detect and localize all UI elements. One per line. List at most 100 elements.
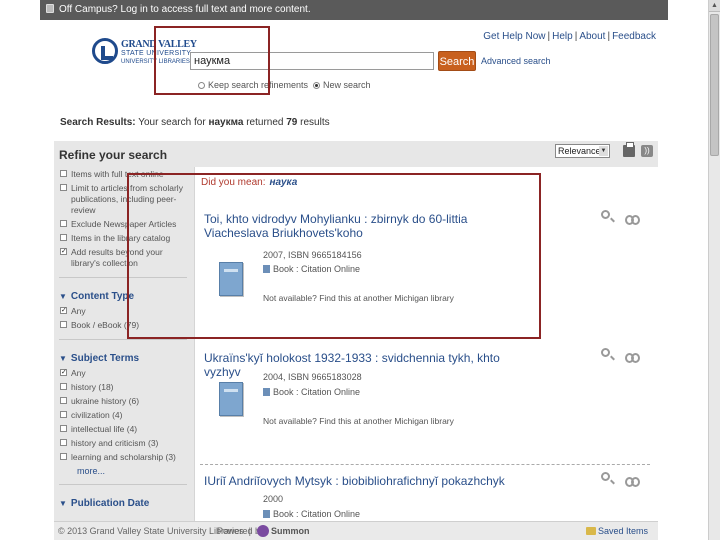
keep-refinements-label: Keep search refinements [208, 80, 309, 90]
page-scrollbar[interactable]: ▲ [708, 0, 720, 540]
not-available-link[interactable]: Not available? Find this at another Mich… [263, 293, 454, 303]
limit-label: Items in the library catalog [71, 233, 171, 243]
login-banner[interactable]: Off Campus? Log in to access full text a… [40, 0, 668, 20]
publication-date-facet[interactable]: ▼ Publication Date [59, 498, 187, 509]
result-year-isbn: 2007, ISBN 9665184156 [263, 250, 362, 260]
checkbox[interactable] [60, 425, 67, 432]
checkbox[interactable] [60, 411, 67, 418]
did-you-mean-label: Did you mean: [201, 177, 266, 188]
checkbox[interactable] [60, 453, 67, 460]
checkbox[interactable] [60, 397, 67, 404]
content-type-facet[interactable]: ▼ Content Type [59, 291, 187, 302]
results-summary-term: наукма [208, 117, 244, 128]
book-cover-icon[interactable] [219, 382, 243, 416]
scroll-up-icon[interactable]: ▲ [709, 0, 720, 12]
divider [59, 484, 187, 485]
facet-option-label: ukraine history (6) [71, 396, 140, 406]
new-search-radio[interactable] [313, 82, 320, 89]
get-help-link[interactable]: Get Help Now [483, 31, 545, 42]
subject-any[interactable]: Any [59, 367, 187, 379]
book-format-icon [263, 388, 270, 396]
result-title[interactable]: Toi, khto vidrodyv Mohylianku : zbirnyk … [204, 212, 504, 240]
keep-refinements-radio[interactable] [198, 82, 205, 89]
subject-more-link[interactable]: more... [59, 466, 187, 476]
scrollbar-thumb[interactable] [710, 14, 719, 156]
subject-civilization[interactable]: civilization (4) [59, 410, 187, 421]
content-type-title: Content Type [70, 291, 135, 302]
subject-history[interactable]: history (18) [59, 382, 187, 393]
did-you-mean: Did you mean: наука [201, 177, 297, 188]
limit-library-catalog[interactable]: Items in the library catalog [59, 233, 187, 244]
binoculars-icon[interactable] [625, 212, 640, 225]
search-input[interactable]: наукма [190, 52, 434, 70]
subject-intellectual-life[interactable]: intellectual life (4) [59, 424, 187, 435]
about-link[interactable]: About [579, 31, 605, 42]
divider [59, 277, 187, 278]
book-cover-icon[interactable] [219, 262, 243, 296]
binoculars-icon[interactable] [625, 350, 640, 363]
limit-beyond-collection[interactable]: Add results beyond your library's collec… [59, 246, 187, 269]
result-title[interactable]: IUriĭ Andriĭovych Mytsyk : biobibliohraf… [204, 474, 534, 488]
facet-option-label: history and criticism (3) [71, 438, 159, 448]
preview-magnifier-icon[interactable] [601, 472, 610, 481]
refine-sidebar: Refine your search Items with full text … [59, 148, 187, 513]
gvsu-logo-icon [92, 38, 118, 64]
checkbox[interactable] [60, 220, 67, 227]
subject-terms-facet[interactable]: ▼ Subject Terms [59, 353, 187, 364]
saved-items-link[interactable]: Saved Items (0) [598, 522, 658, 540]
preview-magnifier-icon[interactable] [601, 210, 610, 219]
divider [59, 339, 187, 340]
checkbox[interactable] [60, 234, 67, 241]
binoculars-icon[interactable] [625, 474, 640, 487]
limit-scholarly[interactable]: Limit to articles from scholarly publica… [59, 183, 187, 216]
keep-refinements-option[interactable]: Keep search refinements [198, 80, 308, 90]
logo-line1: GRAND VALLEY [121, 39, 197, 50]
help-link[interactable]: Help [552, 31, 573, 42]
checkbox[interactable] [60, 321, 67, 328]
book-format-icon [263, 265, 270, 273]
result-title[interactable]: Ukraïns'kyĭ holokost 1932-1933 : svidche… [204, 351, 534, 379]
results-summary-suffix: results [300, 117, 330, 128]
checkbox-checked[interactable] [60, 246, 67, 257]
gvsu-logo[interactable]: GRAND VALLEY STATE UNIVERSITY UNIVERSITY… [92, 38, 197, 70]
not-available-link[interactable]: Not available? Find this at another Mich… [263, 416, 454, 426]
checkbox-checked[interactable] [60, 367, 67, 378]
rss-icon[interactable]: )) [641, 145, 653, 157]
footer: © 2013 Grand Valley State University Lib… [54, 521, 658, 540]
new-search-label: New search [323, 80, 371, 90]
sort-select[interactable]: Relevance ▼ [555, 144, 610, 158]
new-search-option[interactable]: New search [313, 80, 371, 90]
triangle-down-icon: ▼ [59, 354, 67, 363]
limit-full-text[interactable]: Items with full text online [59, 169, 187, 180]
print-icon[interactable] [623, 142, 635, 157]
limit-label: Exclude Newspaper Articles [71, 219, 177, 229]
subject-learning-scholarship[interactable]: learning and scholarship (3) [59, 452, 187, 463]
subject-history-criticism[interactable]: history and criticism (3) [59, 438, 187, 449]
checkbox[interactable] [60, 439, 67, 446]
limit-exclude-newspaper[interactable]: Exclude Newspaper Articles [59, 219, 187, 230]
content-type-book[interactable]: Book / eBook (79) [59, 320, 187, 331]
did-you-mean-suggestion[interactable]: наука [269, 177, 297, 188]
triangle-down-icon: ▼ [59, 499, 67, 508]
content-type-any[interactable]: Any [59, 305, 187, 317]
preview-magnifier-icon[interactable] [601, 348, 610, 357]
advanced-search-link[interactable]: Advanced search [481, 56, 551, 66]
search-button[interactable]: Search [438, 51, 476, 71]
summon-logo-icon [257, 525, 269, 537]
feedback-link[interactable]: Feedback [612, 31, 656, 42]
publication-date-title: Publication Date [70, 498, 150, 509]
facet-option-label: learning and scholarship (3) [71, 452, 176, 462]
checkbox[interactable] [60, 383, 67, 390]
subject-ukraine-history[interactable]: ukraine history (6) [59, 396, 187, 407]
result-format-text: Book : Citation Online [273, 264, 361, 274]
limit-label: Items with full text online [71, 169, 164, 179]
results-summary-returned: returned [246, 117, 284, 128]
divider [200, 464, 650, 465]
result-format-text: Book : Citation Online [273, 509, 361, 519]
lock-icon [46, 4, 54, 13]
summon-brand[interactable]: Summon [271, 522, 310, 540]
book-format-icon [263, 510, 270, 518]
checkbox-checked[interactable] [60, 305, 67, 316]
checkbox[interactable] [60, 170, 67, 177]
checkbox[interactable] [60, 184, 67, 191]
